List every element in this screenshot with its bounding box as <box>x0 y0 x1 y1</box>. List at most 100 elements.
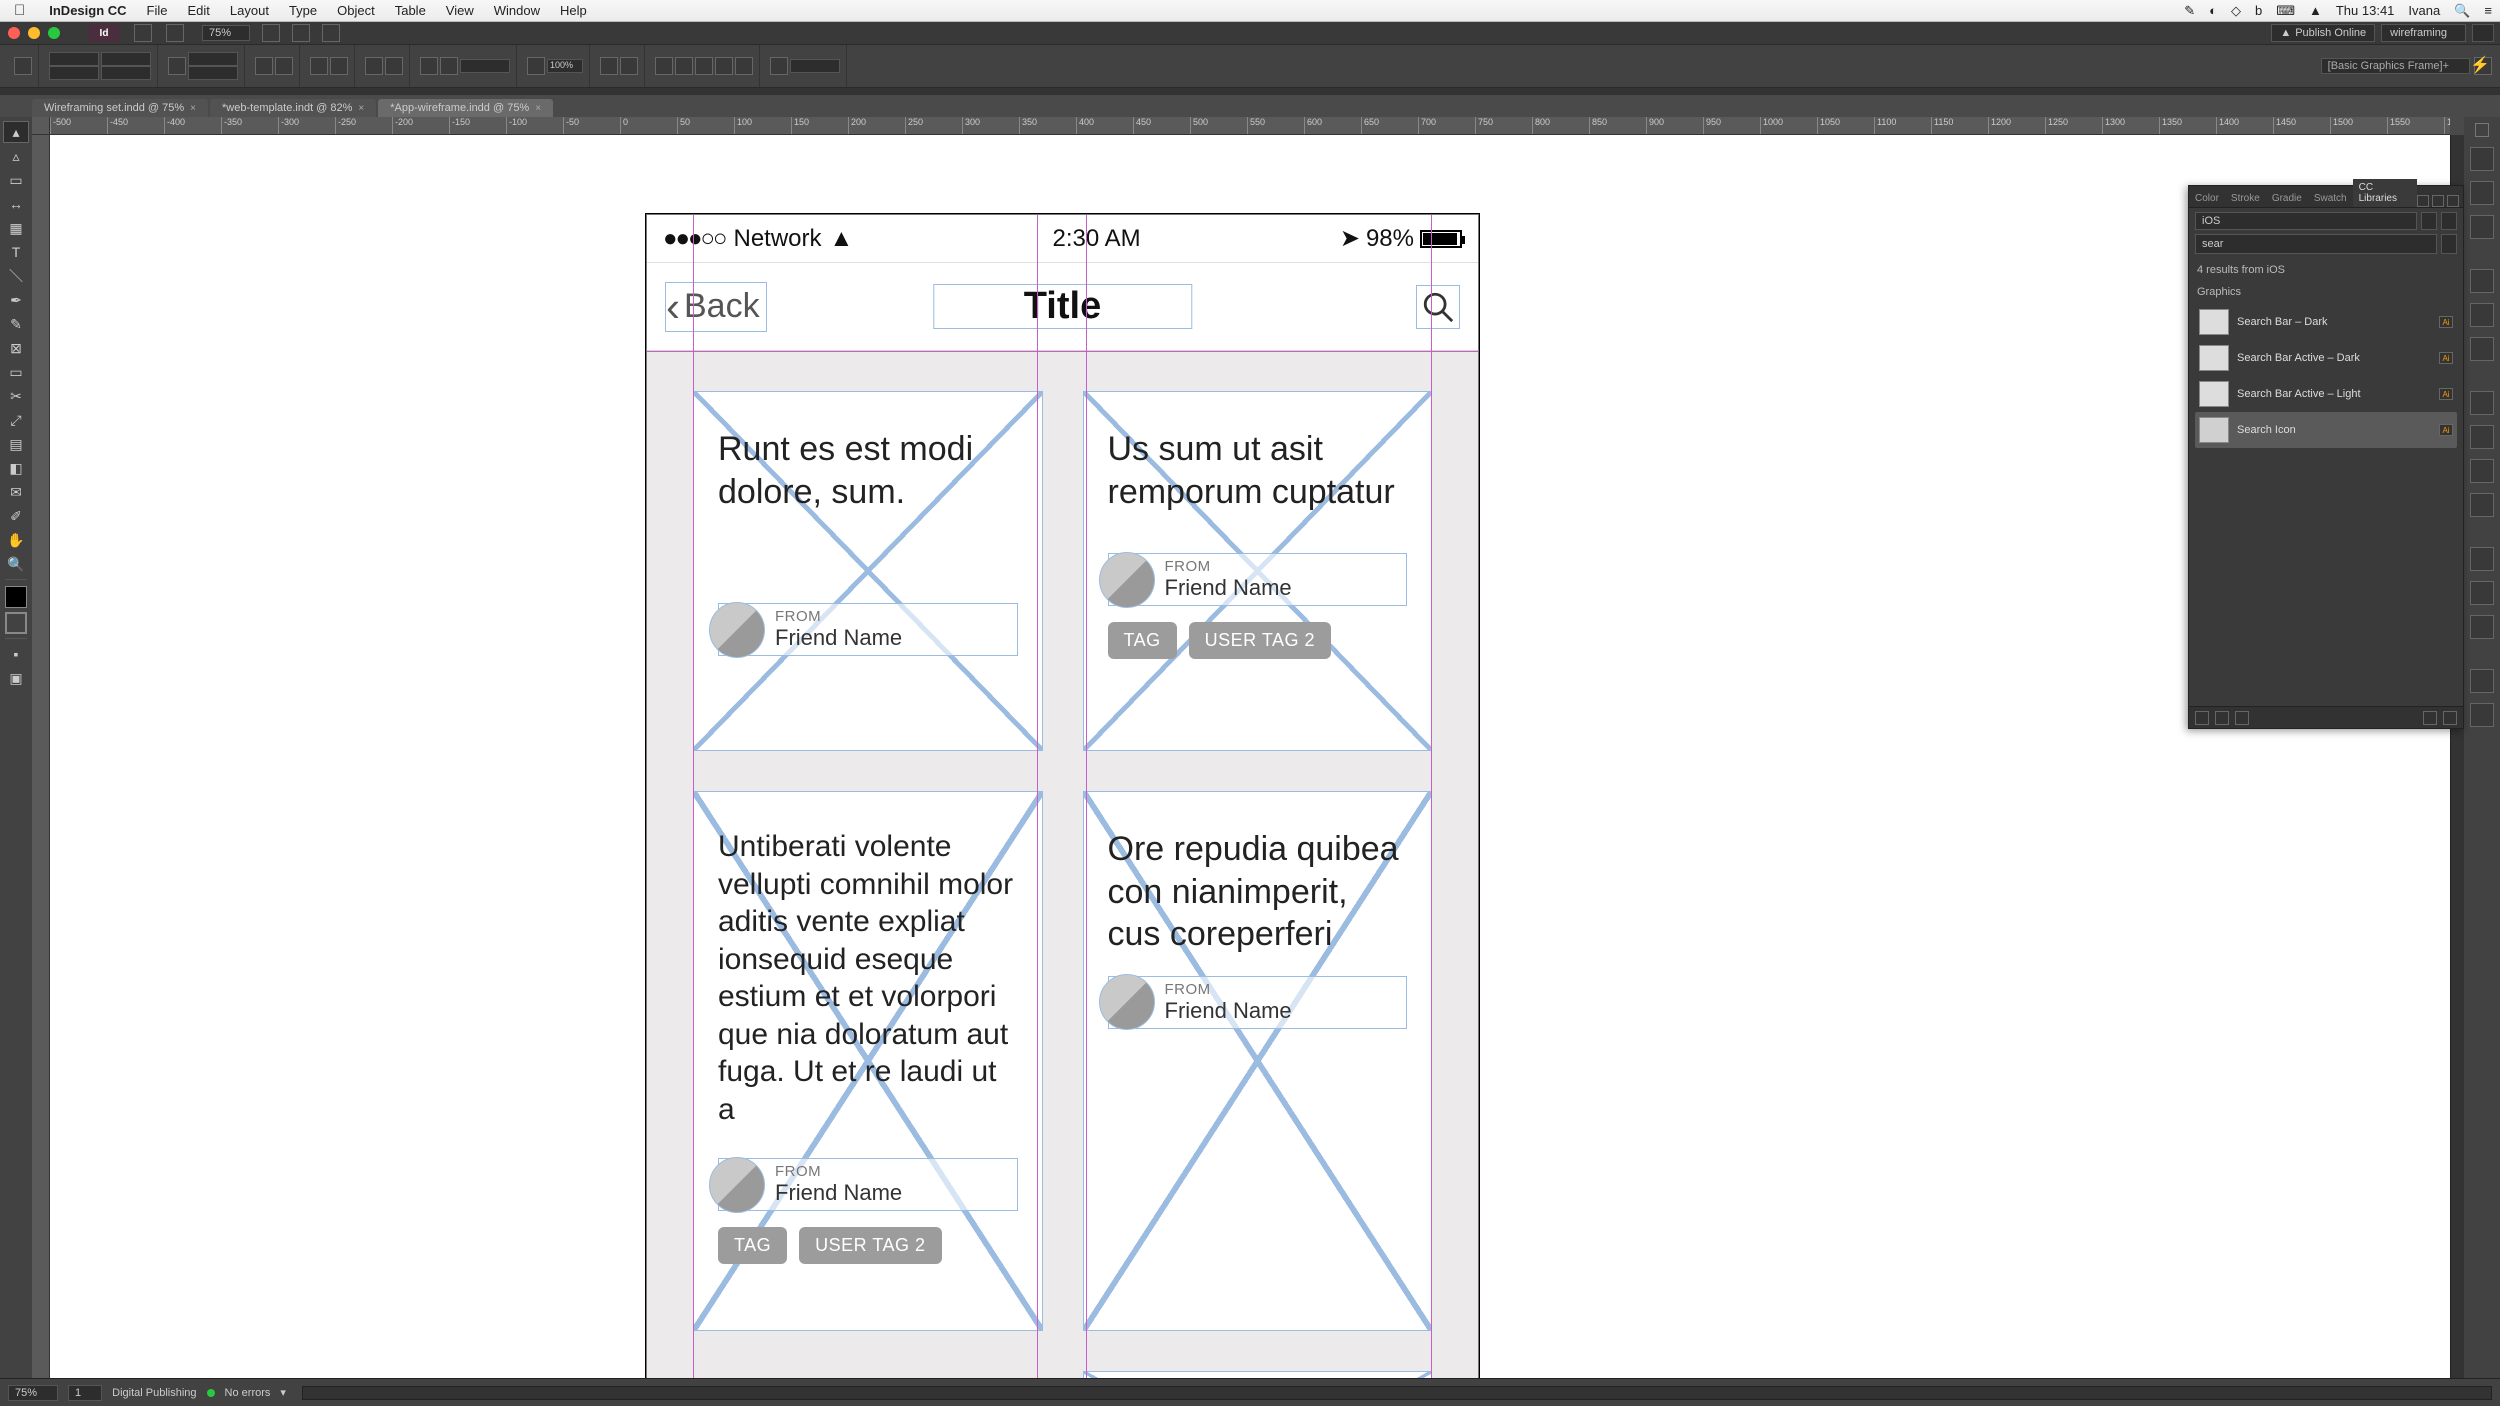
help-search-input[interactable] <box>2472 24 2494 42</box>
page-nav-select[interactable]: 1 <box>68 1385 102 1401</box>
library-search-scope-icon[interactable] <box>2441 234 2457 254</box>
menu-edit[interactable]: Edit <box>178 3 220 18</box>
preflight-menu-icon[interactable]: ▾ <box>280 1386 286 1399</box>
stock-icon[interactable] <box>166 24 184 42</box>
tag-chip[interactable]: USER TAG 2 <box>1189 622 1331 659</box>
layers-panel-icon[interactable] <box>2470 181 2494 205</box>
library-item[interactable]: Search Icon Ai <box>2195 412 2457 448</box>
text-wrap-column-icon[interactable] <box>735 57 753 75</box>
from-block[interactable]: FROM Friend Name <box>718 1158 1018 1211</box>
indesign-home-icon[interactable]: Id <box>88 24 120 42</box>
publish-online-button[interactable]: ▲ Publish Online <box>2271 24 2375 42</box>
feed-card[interactable]: Untiberati volente vellupti comnihil mol… <box>693 791 1043 1331</box>
screen-mode-normal-icon[interactable]: ▣ <box>3 667 29 689</box>
feed-card[interactable]: Runt es est modi dolore, sum. FROM Frien… <box>693 391 1043 751</box>
from-block[interactable]: FROM Friend Name <box>1108 553 1408 606</box>
document-tab[interactable]: *web-template.indt @ 82%× <box>210 99 376 117</box>
text-wrap-jump-icon[interactable] <box>715 57 733 75</box>
spotlight-icon[interactable]: 🔍 <box>2454 3 2470 19</box>
shear-field[interactable] <box>275 57 293 75</box>
pages-panel-icon[interactable] <box>2470 147 2494 171</box>
apply-color-icon[interactable]: ▪ <box>3 643 29 665</box>
gradient-swatch-tool-icon[interactable]: ▤ <box>3 433 29 455</box>
effects-icon[interactable] <box>620 57 638 75</box>
note-tool-icon[interactable]: ✉ <box>3 481 29 503</box>
creative-cloud-icon[interactable]: ◐ <box>2209 3 2217 18</box>
menubar-clock[interactable]: Thu 13:41 <box>2336 3 2395 18</box>
color-panel-icon[interactable] <box>2470 303 2494 327</box>
character-panel-icon[interactable] <box>2470 459 2494 483</box>
feed-card[interactable]: Ore repudia quibea con nianimperit, cus … <box>1083 791 1433 1331</box>
feed-card[interactable]: Us sum ut asit remporum cuptatur FROM Fr… <box>1083 391 1433 751</box>
column-guide[interactable] <box>693 215 694 1378</box>
corner-radius-field[interactable] <box>790 59 840 73</box>
swatches-panel-icon[interactable] <box>2470 337 2494 361</box>
align-panel-icon[interactable] <box>2470 581 2494 605</box>
library-item[interactable]: Search Bar Active – Light Ai <box>2195 376 2457 412</box>
stroke-panel-icon[interactable] <box>2470 269 2494 293</box>
selection-tool-icon[interactable]: ▴ <box>3 121 29 143</box>
content-collector-tool-icon[interactable]: ▦ <box>3 217 29 239</box>
preflight-label[interactable]: No errors <box>225 1387 271 1399</box>
stroke-weight-field[interactable] <box>460 59 510 73</box>
panel-menu-icon[interactable] <box>2447 195 2459 207</box>
notification-center-icon[interactable]: ≡ <box>2484 3 2492 18</box>
text-wrap-none-icon[interactable] <box>655 57 673 75</box>
panel-tab-swatches[interactable]: Swatch <box>2308 190 2353 207</box>
menu-table[interactable]: Table <box>385 3 436 18</box>
column-guide[interactable] <box>1037 215 1038 1378</box>
select-container-icon[interactable] <box>365 57 383 75</box>
menu-type[interactable]: Type <box>279 3 327 18</box>
effects-panel-icon[interactable] <box>2470 669 2494 693</box>
nav-search-button[interactable] <box>1416 285 1460 329</box>
direct-selection-tool-icon[interactable]: ▵ <box>3 145 29 167</box>
close-tab-icon[interactable]: × <box>358 103 364 114</box>
behance-icon[interactable]: b <box>2255 3 2262 18</box>
tag-chip[interactable]: USER TAG 2 <box>799 1227 941 1264</box>
gap-tool-icon[interactable]: ↔ <box>3 193 29 215</box>
vertical-ruler[interactable] <box>32 135 50 1378</box>
document-tab[interactable]: *App-wireframe.indd @ 75%× <box>378 99 553 117</box>
ruler-origin[interactable] <box>32 117 50 135</box>
tag-chip[interactable]: TAG <box>718 1227 787 1264</box>
library-list-view-icon[interactable] <box>2421 212 2437 230</box>
tag-chip[interactable]: TAG <box>1108 622 1177 659</box>
paragraph-styles-panel-icon[interactable] <box>2470 425 2494 449</box>
close-tab-icon[interactable]: × <box>190 103 196 114</box>
horizontal-scrollbar[interactable] <box>302 1386 2492 1400</box>
panel-tab-cc-libraries[interactable]: CC Libraries <box>2353 179 2417 207</box>
menu-file[interactable]: File <box>137 3 178 18</box>
menu-layout[interactable]: Layout <box>220 3 279 18</box>
nav-title[interactable]: Title <box>933 284 1192 329</box>
from-block[interactable]: FROM Friend Name <box>1108 976 1408 1029</box>
menu-window[interactable]: Window <box>484 3 550 18</box>
panel-dock-handle[interactable] <box>0 88 2500 95</box>
scissors-tool-icon[interactable]: ✂ <box>3 385 29 407</box>
delete-asset-icon[interactable] <box>2443 711 2457 725</box>
corner-options-icon[interactable] <box>770 57 788 75</box>
object-style-select[interactable]: [Basic Graphics Frame]+ <box>2321 58 2470 74</box>
eyedropper-tool-icon[interactable]: ✐ <box>3 505 29 527</box>
view-options-icon[interactable] <box>262 24 280 42</box>
free-transform-tool-icon[interactable]: ⤢ <box>3 409 29 431</box>
menubar-user[interactable]: Ivana <box>2408 3 2440 18</box>
opacity-field[interactable]: 100% <box>547 59 583 73</box>
flip-vertical-icon[interactable] <box>330 57 348 75</box>
document-canvas[interactable]: ●●●○○ Network ▲ 2:30 AM ➤ 98% ‹ Back Tit… <box>50 135 2450 1378</box>
window-zoom-icon[interactable] <box>48 27 60 39</box>
menu-object[interactable]: Object <box>327 3 385 18</box>
type-tool-icon[interactable]: T <box>3 241 29 263</box>
panel-collapse-icon[interactable] <box>2417 195 2429 207</box>
panel-close-icon[interactable] <box>2432 195 2444 207</box>
column-guide[interactable] <box>1086 215 1087 1378</box>
page-zoom-select[interactable]: 75% <box>8 1385 58 1401</box>
libraries-sync-icon[interactable] <box>2235 711 2249 725</box>
library-select[interactable]: iOS <box>2195 212 2417 230</box>
back-button[interactable]: ‹ Back <box>665 282 767 332</box>
library-search-input[interactable] <box>2195 234 2437 254</box>
show-items-info-icon[interactable] <box>2195 711 2209 725</box>
wh-fields[interactable] <box>188 52 238 80</box>
library-item[interactable]: Search Bar – Dark Ai <box>2195 304 2457 340</box>
intent-label[interactable]: Digital Publishing <box>112 1387 196 1399</box>
panel-tab-gradient[interactable]: Gradie <box>2266 190 2308 207</box>
